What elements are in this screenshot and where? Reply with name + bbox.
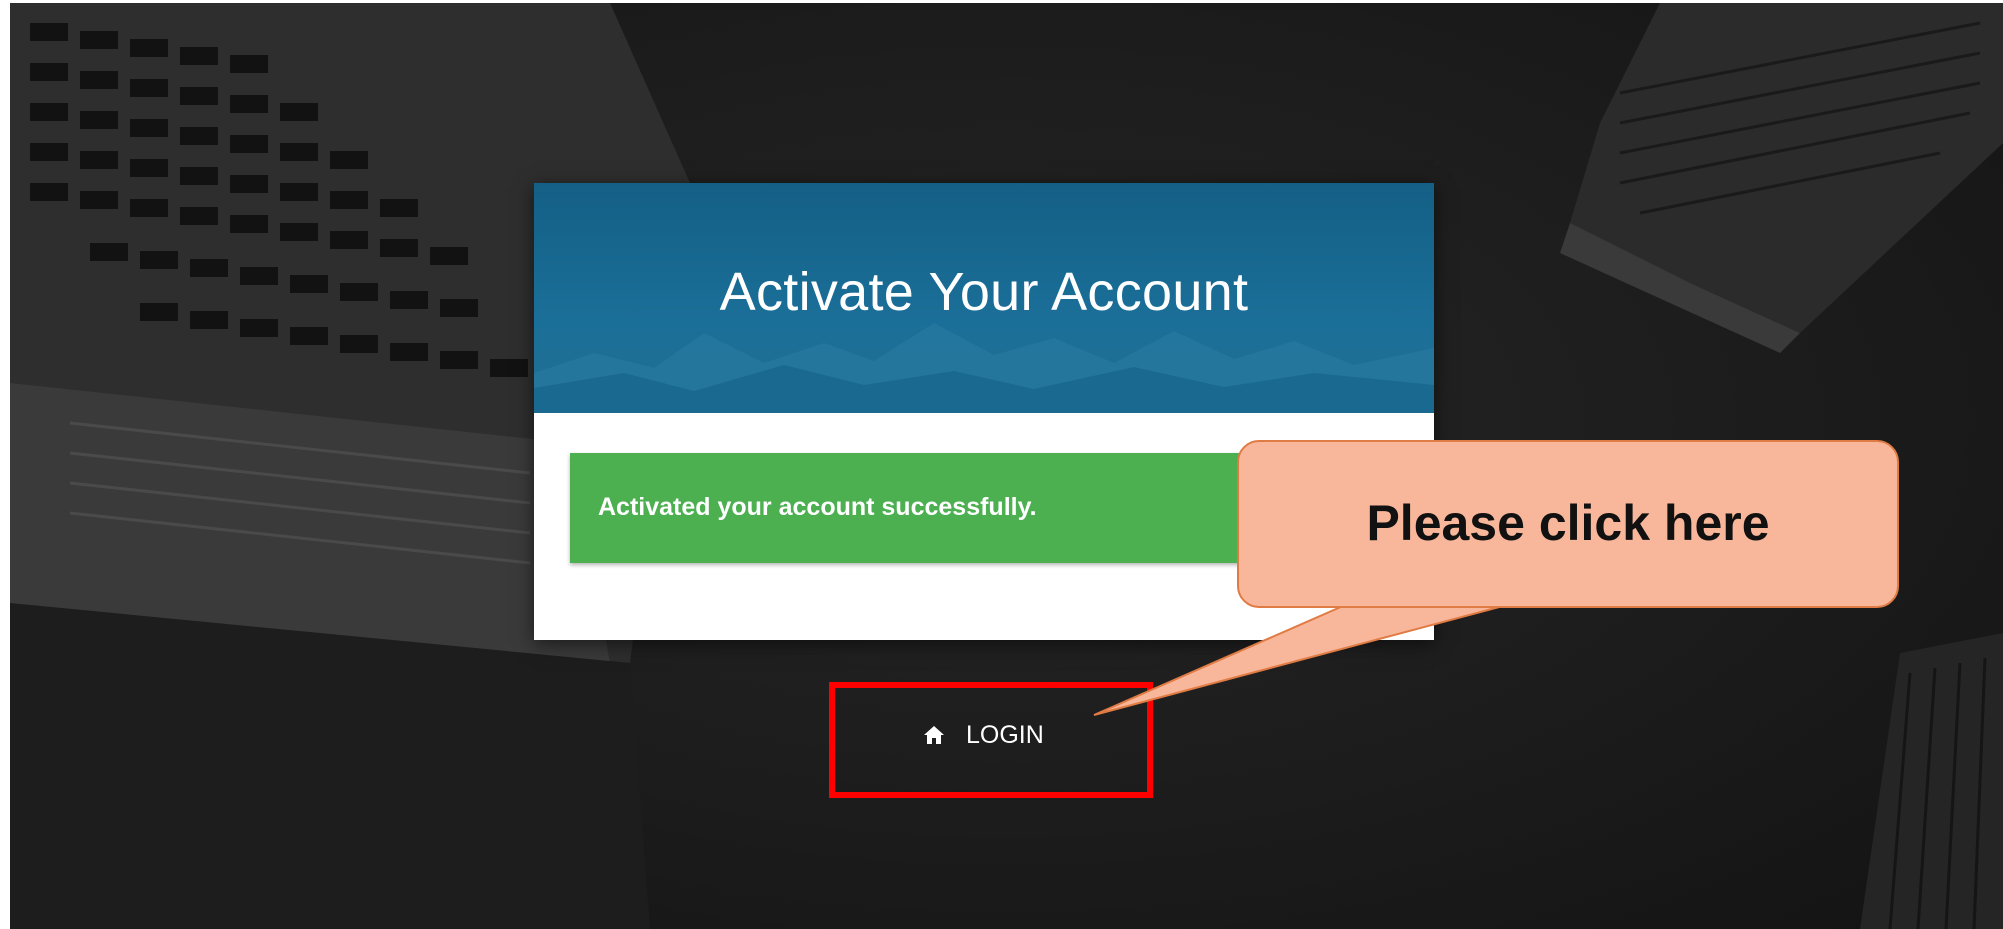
callout-text: Please click here bbox=[1366, 495, 1770, 551]
callout-bubble: Please click here bbox=[1237, 440, 1899, 608]
page-background: Activate Your Account Activated your acc… bbox=[10, 3, 2003, 929]
